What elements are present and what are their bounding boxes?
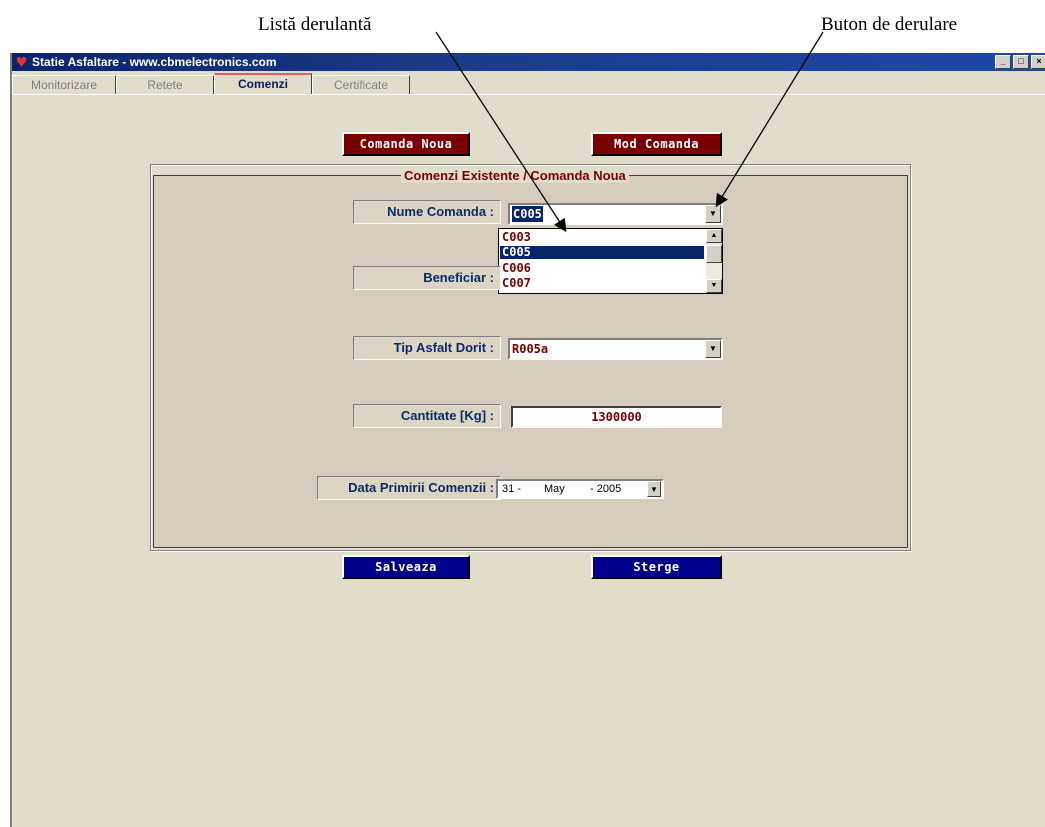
- list-item[interactable]: C006: [500, 262, 704, 275]
- date-year[interactable]: - 2005: [590, 483, 621, 495]
- tab-certificate[interactable]: Certificate: [312, 75, 410, 94]
- tip-asfalt-dropdown-button[interactable]: ▼: [705, 340, 721, 358]
- nume-comanda-value: C005: [512, 206, 543, 222]
- app-window: Statie Asfaltare - www.cbmelectronics.co…: [10, 53, 1045, 827]
- scroll-thumb[interactable]: [706, 245, 722, 263]
- nume-comanda-label: Nume Comanda :: [353, 200, 501, 224]
- annotation-scroll-button-label: Buton de derulare: [821, 14, 958, 35]
- annotation-dropdown-list-label: Listă derulantă: [258, 14, 372, 35]
- mod-order-button[interactable]: Mod Comanda: [591, 132, 722, 156]
- maximize-button[interactable]: □: [1013, 55, 1029, 69]
- date-month[interactable]: May: [544, 483, 565, 495]
- data-primirii-picker[interactable]: 31 - May - 2005 ▼: [496, 479, 664, 499]
- minimize-button[interactable]: _: [995, 55, 1011, 69]
- save-button[interactable]: Salveaza: [342, 555, 470, 579]
- tab-strip: Monitorizare Retete Comenzi Certificate: [12, 73, 432, 95]
- beneficiar-label: Beneficiar :: [353, 266, 501, 290]
- tab-retete[interactable]: Retete: [116, 75, 214, 94]
- tip-asfalt-label: Tip Asfalt Dorit :: [353, 336, 501, 360]
- group-legend: Comenzi Existente / Comanda Noua: [401, 168, 629, 183]
- list-scrollbar[interactable]: ▲ ▼: [706, 229, 722, 293]
- scroll-up-icon[interactable]: ▲: [706, 229, 722, 243]
- app-heart-icon: [16, 56, 27, 67]
- tip-asfalt-value: R005a: [512, 342, 549, 356]
- tip-asfalt-combo[interactable]: R005a ▼: [508, 338, 723, 360]
- nume-comanda-dropdown-button[interactable]: ▼: [705, 205, 721, 223]
- date-day[interactable]: 31 -: [502, 483, 521, 495]
- date-dropdown-button[interactable]: ▼: [647, 481, 661, 497]
- list-item[interactable]: C007: [500, 277, 704, 290]
- tab-monitorizare[interactable]: Monitorizare: [12, 75, 116, 94]
- tab-comenzi[interactable]: Comenzi: [214, 73, 312, 95]
- new-order-button[interactable]: Comanda Noua: [342, 132, 470, 156]
- nume-comanda-combo[interactable]: C005 ▼: [508, 203, 723, 225]
- tab-divider: [12, 94, 1045, 95]
- list-item[interactable]: C003: [500, 231, 704, 244]
- title-bar: Statie Asfaltare - www.cbmelectronics.co…: [12, 53, 1045, 71]
- data-primirii-label: Data Primirii Comenzii :: [317, 476, 501, 500]
- nume-comanda-dropdown-list[interactable]: C003 C005 C006 C007 ▲ ▼: [498, 228, 723, 294]
- cantitate-label: Cantitate [Kg] :: [353, 404, 501, 428]
- delete-button[interactable]: Sterge: [591, 555, 722, 579]
- cantitate-input[interactable]: 1300000: [511, 406, 722, 428]
- scroll-down-icon[interactable]: ▼: [706, 279, 722, 293]
- list-item[interactable]: C005: [500, 246, 704, 259]
- close-button[interactable]: ×: [1031, 55, 1045, 69]
- window-title: Statie Asfaltare - www.cbmelectronics.co…: [32, 55, 277, 69]
